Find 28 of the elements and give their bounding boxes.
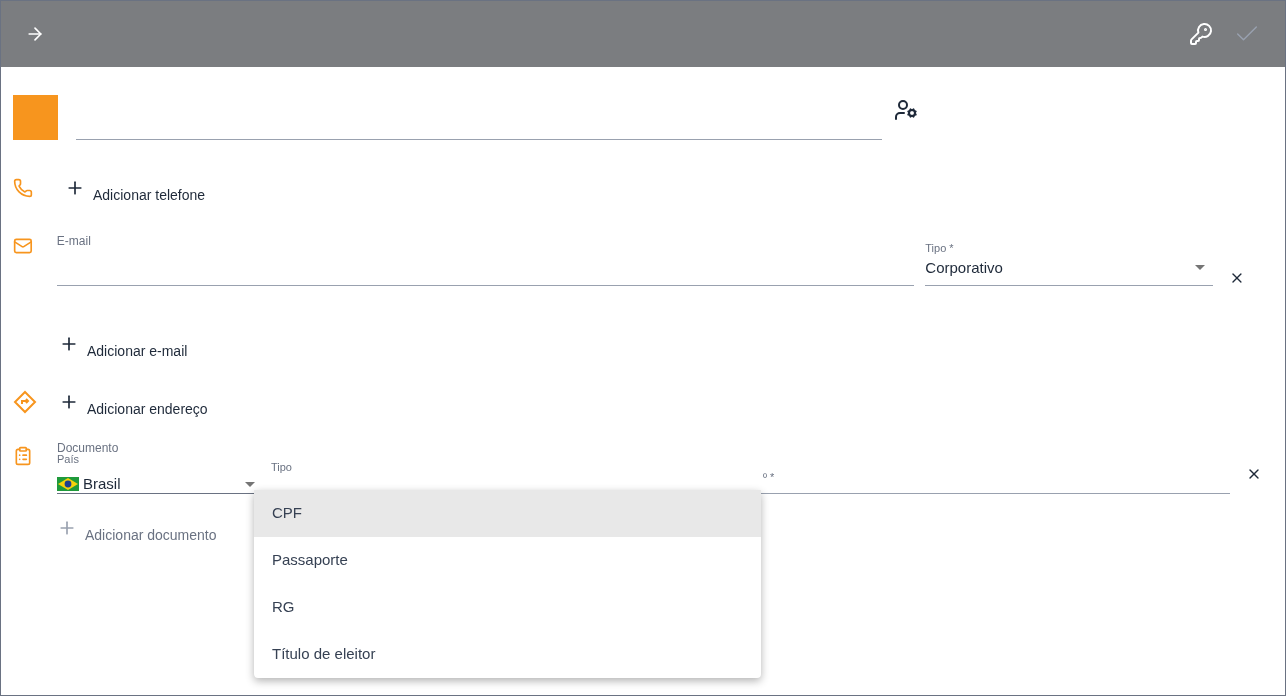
direction-sign-icon (13, 390, 37, 414)
email-field[interactable]: E-mail (56, 228, 915, 286)
add-link[interactable]: Adicionar endereço (87, 402, 208, 416)
country-select[interactable]: País Brasil (57, 454, 255, 494)
user-gear-icon[interactable] (894, 97, 918, 122)
field-value: Corporativo (925, 257, 1003, 278)
number-field[interactable]: º * (759, 454, 1230, 494)
menu-item[interactable]: Título de eleitor (254, 631, 761, 678)
mail-icon (13, 236, 33, 256)
section-label: Documento (57, 442, 120, 454)
field-label: º * (763, 470, 775, 486)
menu-item[interactable]: RG (254, 584, 761, 631)
type-select[interactable]: Tipo * Corporativo (925, 240, 1214, 286)
field-value: Brasil (83, 474, 121, 494)
caret-icon (1195, 265, 1206, 271)
field-label: E-mail (56, 234, 91, 248)
flag-icon (57, 477, 79, 492)
clipboard-icon (13, 446, 33, 466)
menu-item[interactable]: Passaporte (254, 537, 761, 584)
field-label: País (57, 454, 80, 465)
menu-item[interactable]: CPF (254, 490, 761, 537)
add-link[interactable]: Adicionar e-mail (87, 344, 188, 358)
field-label: Tipo * (925, 241, 955, 256)
phone-icon (13, 178, 33, 198)
field-label: Tipo (271, 461, 292, 473)
key-icon[interactable] (1189, 22, 1213, 46)
add-link[interactable]: Adicionar telefone (93, 188, 206, 202)
caret-icon (245, 481, 255, 487)
